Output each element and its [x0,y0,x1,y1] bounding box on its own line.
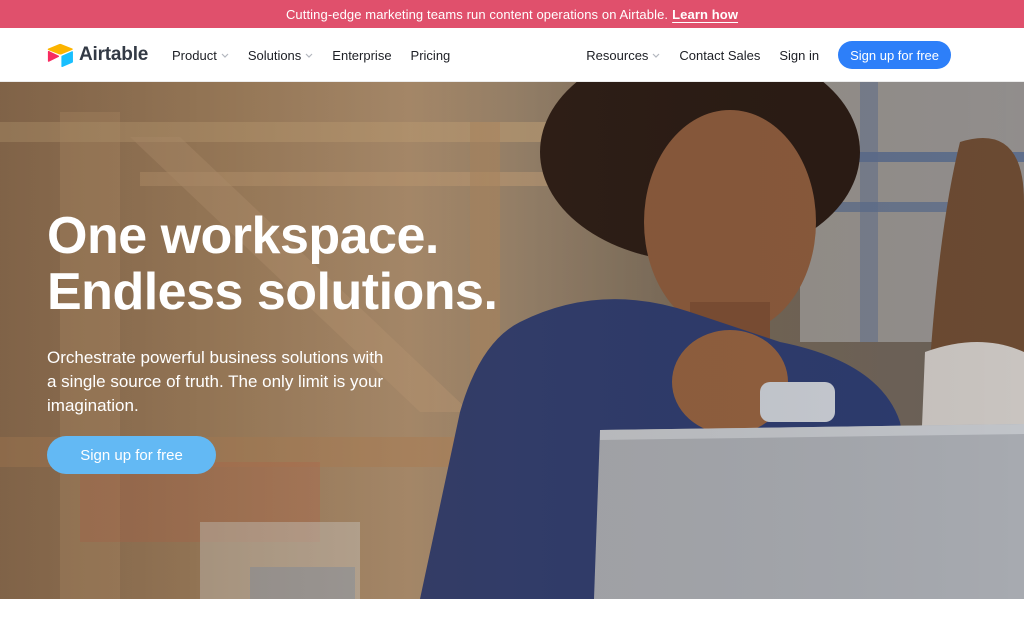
secondary-nav: Resources Contact Sales Sign in Sign up … [567,28,951,82]
hero-headline: One workspace. Endless solutions. [47,208,567,320]
primary-nav: Product Solutions Enterprise Pricing [172,28,469,82]
announcement-text: Cutting-edge marketing teams run content… [285,6,669,22]
top-navigation: Airtable Product Solutions Enterprise Pr… [0,28,1024,82]
nav-resources[interactable]: Resources [586,48,660,63]
nav-product-label: Product [172,47,217,63]
airtable-logo[interactable]: Airtable [46,43,148,67]
nav-solutions[interactable]: Solutions [248,48,313,63]
hero-headline-line-2: Endless solutions. [47,263,498,321]
nav-pricing-label: Pricing [410,47,451,63]
chevron-down-icon [221,53,229,58]
logo-wordmark: Airtable [79,44,149,65]
hero-headline-line-1: One workspace. [47,207,439,265]
nav-enterprise-label: Enterprise [332,47,392,63]
nav-solutions-label: Solutions [247,47,302,63]
nav-contact-sales[interactable]: Contact Sales [679,48,760,63]
nav-sign-in-label: Sign in [779,47,820,63]
nav-resources-label: Resources [586,47,649,63]
nav-enterprise[interactable]: Enterprise [332,48,391,63]
chevron-down-icon [652,53,660,58]
airtable-logo-icon [47,43,73,67]
nav-pricing[interactable]: Pricing [411,48,451,63]
hero-subheading: Orchestrate powerful business solutions … [47,348,384,415]
announcement-bar: Cutting-edge marketing teams run content… [0,0,1024,28]
nav-signup-button[interactable]: Sign up for free [838,41,951,69]
below-fold-section [0,599,1024,625]
hero-section: One workspace. Endless solutions. Orches… [0,82,1024,599]
chevron-down-icon [305,53,313,58]
learn-how-link[interactable]: Learn how [672,7,738,22]
hero-signup-button[interactable]: Sign up for free [47,436,216,474]
nav-contact-sales-label: Contact Sales [679,47,761,63]
nav-product[interactable]: Product [172,48,229,63]
hero-copy: One workspace. Endless solutions. Orches… [47,208,567,418]
nav-sign-in[interactable]: Sign in [779,48,819,63]
